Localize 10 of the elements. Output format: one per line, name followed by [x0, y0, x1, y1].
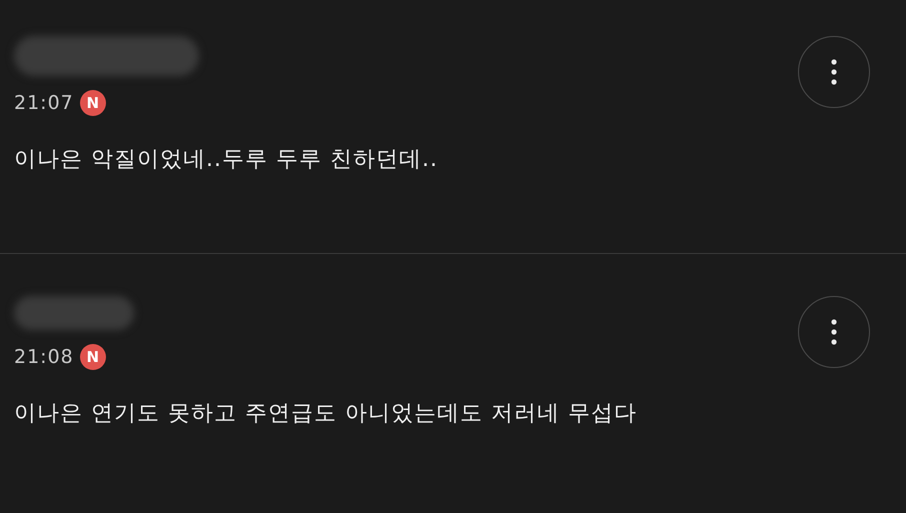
more-icon — [831, 319, 837, 345]
comment-time: 21:07 — [14, 92, 74, 114]
new-badge: N — [80, 90, 106, 116]
more-options-button[interactable] — [798, 36, 870, 108]
more-options-button[interactable] — [798, 296, 870, 368]
comment-time: 21:08 — [14, 346, 74, 368]
more-icon — [831, 59, 837, 85]
comment-text: 이나은 연기도 못하고 주연급도 아니었는데도 저러네 무섭다 — [14, 400, 638, 428]
new-badge: N — [80, 344, 106, 370]
comment-text: 이나은 악질이었네..두루 두루 친하던데.. — [14, 146, 439, 174]
